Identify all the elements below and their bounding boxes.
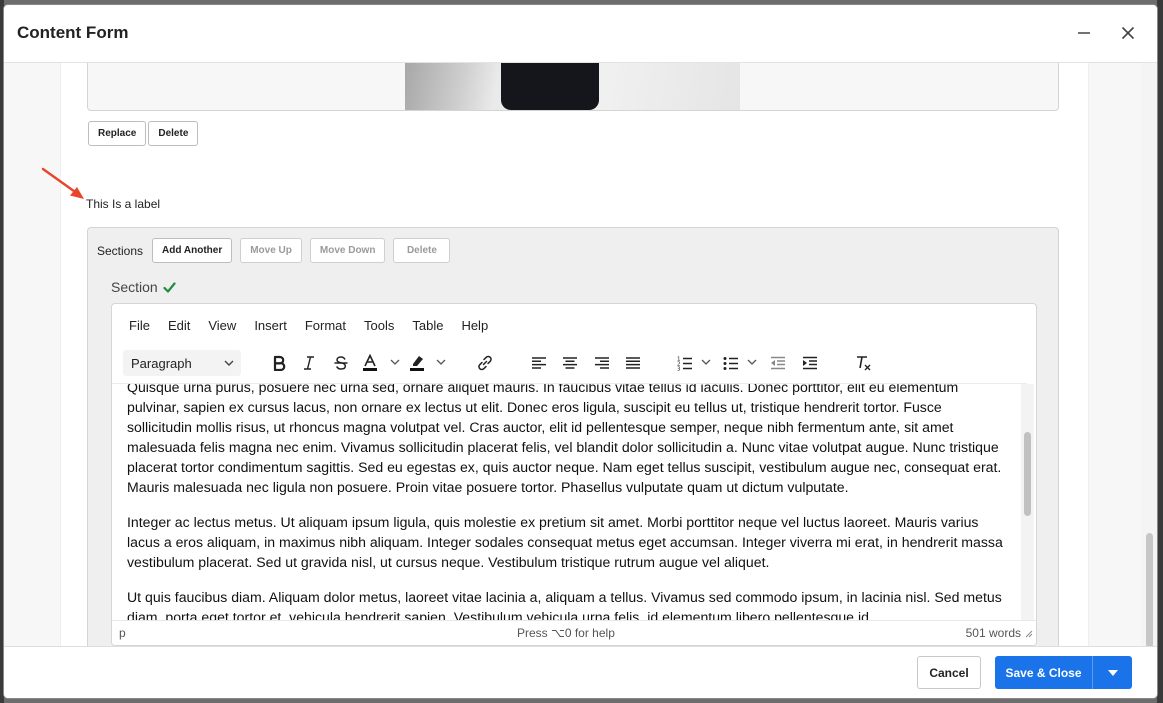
save-and-close-button[interactable]: Save & Close [995, 656, 1092, 689]
align-right-button[interactable] [593, 352, 611, 374]
justify-icon [626, 357, 640, 369]
indent-icon [803, 356, 817, 370]
highlight-color-button[interactable] [409, 352, 449, 374]
svg-text:3: 3 [677, 367, 681, 372]
close-icon [1121, 26, 1135, 40]
block-format-value: Paragraph [131, 355, 192, 371]
caret-down-icon [1107, 669, 1118, 676]
desktop-background-right [1157, 0, 1163, 703]
modal-title: Content Form [17, 23, 129, 42]
image-field-frame [87, 63, 1059, 111]
move-down-button[interactable]: Move Down [309, 238, 386, 263]
indent-button[interactable] [801, 352, 819, 374]
checkmark-icon [163, 281, 176, 293]
text-color-icon [363, 354, 400, 371]
block-format-select[interactable]: Paragraph [123, 350, 241, 376]
minimize-button[interactable] [1072, 21, 1096, 45]
numbered-list-button[interactable]: 123 [677, 352, 717, 374]
bold-button[interactable] [270, 352, 288, 374]
modal-header: Content Form [4, 5, 1157, 63]
cancel-button[interactable]: Cancel [917, 656, 981, 689]
editor-statusbar: p Press ⌥0 for help 501 words [112, 620, 1036, 645]
menu-format[interactable]: Format [296, 318, 355, 333]
menu-tools[interactable]: Tools [355, 318, 403, 333]
strikethrough-button[interactable] [332, 352, 350, 374]
link-icon [478, 355, 492, 371]
paragraph: Quisque urna purus, posuere nec urna sed… [127, 384, 1002, 495]
sections-toolbar: Sections Add Another Move Up Move Down D… [97, 238, 451, 263]
minus-icon [1078, 32, 1090, 34]
field-label: This Is a label [86, 197, 161, 211]
align-right-icon [595, 357, 609, 369]
right-gutter [1088, 63, 1141, 646]
section-header: Section [111, 279, 176, 295]
sections-title: Sections [97, 243, 144, 258]
left-gutter [4, 63, 61, 646]
outdent-button[interactable] [769, 352, 787, 374]
image-preview [405, 63, 740, 110]
text-color-button[interactable] [362, 352, 402, 374]
align-center-icon [563, 357, 577, 369]
image-actions: Replace Delete [88, 121, 199, 146]
modal-body: Replace Delete This Is a label Sections … [4, 63, 1157, 646]
editor-menubar: File Edit View Insert Format Tools Table… [120, 318, 497, 333]
save-button-group: Save & Close [995, 656, 1133, 689]
highlighter-icon [410, 356, 446, 371]
menu-table[interactable]: Table [403, 318, 452, 333]
editor-scrollbar-thumb[interactable] [1024, 432, 1031, 516]
delete-image-button[interactable]: Delete [148, 121, 199, 146]
rich-text-editor: File Edit View Insert Format Tools Table… [111, 303, 1037, 646]
move-up-button[interactable]: Move Up [240, 238, 302, 263]
content-form-modal: Content Form Replace Delete This Is a la… [4, 5, 1157, 698]
paragraph: Integer ac lectus metus. Ut aliquam ipsu… [127, 514, 1003, 570]
annotation-arrow-icon [41, 167, 84, 199]
italic-button[interactable] [300, 352, 318, 374]
clear-formatting-icon [857, 356, 871, 371]
outdent-icon [771, 356, 785, 370]
editor-content: Quisque urna purus, posuere nec urna sed… [127, 384, 1007, 620]
link-button[interactable] [475, 352, 495, 374]
replace-image-button[interactable]: Replace [88, 121, 147, 146]
add-another-button[interactable]: Add Another [152, 238, 233, 263]
menu-view[interactable]: View [199, 318, 245, 333]
menu-file[interactable]: File [120, 318, 159, 333]
numbered-list-icon: 123 [677, 357, 711, 372]
bullet-list-icon [723, 357, 757, 370]
align-left-button[interactable] [530, 352, 548, 374]
italic-icon [304, 356, 314, 370]
close-button[interactable] [1116, 21, 1140, 45]
chevron-down-icon [224, 360, 234, 366]
menu-edit[interactable]: Edit [159, 318, 199, 333]
editor-content-area[interactable]: Quisque urna purus, posuere nec urna sed… [112, 384, 1020, 620]
paragraph: Ut quis faucibus diam. Aliquam dolor met… [127, 589, 1002, 620]
resize-handle-icon[interactable] [1025, 630, 1033, 638]
modal-scrollbar[interactable] [1141, 63, 1157, 646]
save-options-dropdown[interactable] [1092, 656, 1132, 689]
align-center-button[interactable] [561, 352, 579, 374]
section-label: Section [111, 279, 158, 295]
align-left-icon [532, 357, 546, 369]
menu-insert[interactable]: Insert [245, 318, 296, 333]
modal-scrollbar-thumb[interactable] [1146, 533, 1153, 646]
bullet-list-button[interactable] [723, 352, 763, 374]
sections-panel: Sections Add Another Move Up Move Down D… [87, 227, 1059, 646]
help-hint: Press ⌥0 for help [517, 626, 615, 640]
element-path[interactable]: p [119, 626, 126, 640]
image-subject [501, 63, 599, 110]
justify-button[interactable] [624, 352, 642, 374]
menu-help[interactable]: Help [452, 318, 497, 333]
word-count[interactable]: 501 words [966, 626, 1021, 640]
delete-section-button[interactable]: Delete [393, 238, 451, 263]
clear-formatting-button[interactable] [854, 352, 872, 374]
editor-toolbar: Paragraph 1 2 3 [112, 346, 1036, 382]
strikethrough-icon [334, 356, 348, 370]
bold-icon [273, 355, 286, 371]
modal-footer: Cancel Save & Close [4, 646, 1157, 698]
editor-scrollbar[interactable] [1021, 384, 1034, 620]
